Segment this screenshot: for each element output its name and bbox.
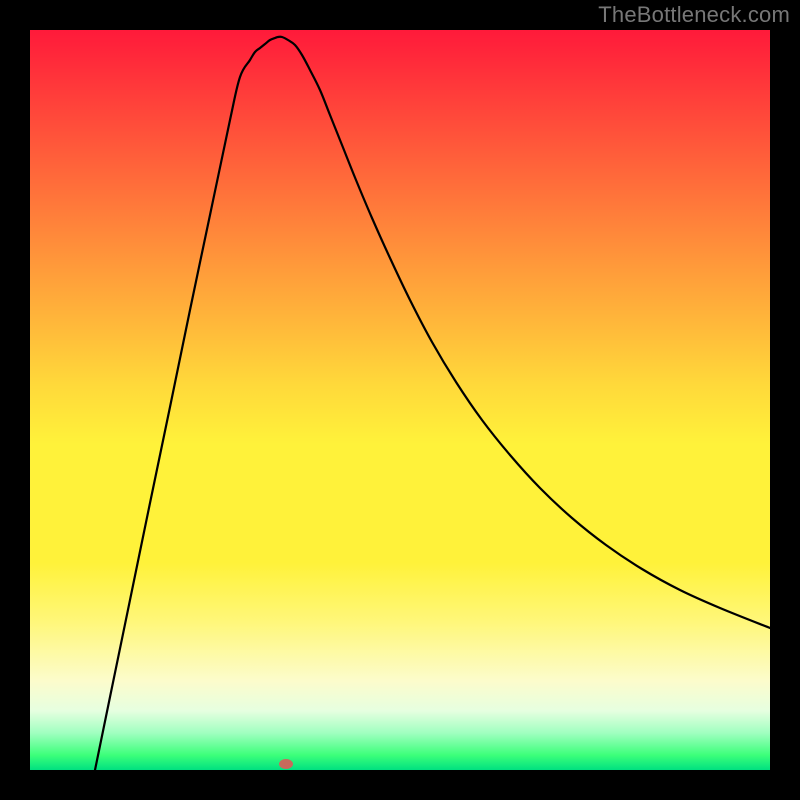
chart-frame: TheBottleneck.com	[0, 0, 800, 800]
watermark-text: TheBottleneck.com	[598, 4, 790, 26]
bottleneck-curve	[30, 30, 770, 770]
plot-area	[30, 30, 770, 770]
optimum-marker	[279, 759, 293, 769]
